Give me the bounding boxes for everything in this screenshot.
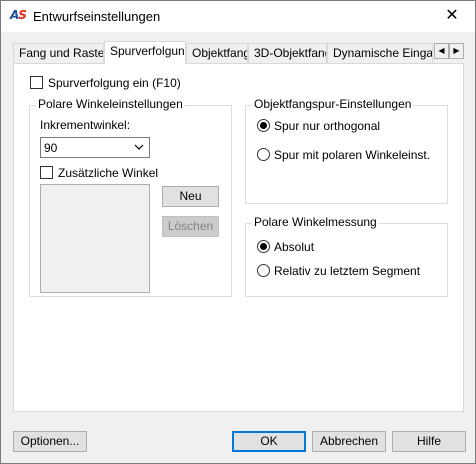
orthogonal-only-label: Spur nur orthogonal [274,119,381,133]
tab-scroll-left-button[interactable]: ◀ [434,43,449,59]
additional-angles-checkbox[interactable] [40,166,53,179]
polar-tracking-label: Spur mit polaren Winkeleinst. [274,148,431,162]
title-bar[interactable]: AS Entwurfseinstellungen ✕ [1,1,475,32]
tab-objektfang[interactable]: Objektfang [186,43,248,63]
orthogonal-only-radio[interactable] [257,119,270,132]
delete-angle-button[interactable]: Löschen [162,216,219,237]
absolute-radio[interactable] [257,240,270,253]
increment-angle-select[interactable]: 90 [40,137,150,158]
relative-segment-radio[interactable] [257,264,270,277]
polar-measure-title: Polare Winkelmessung [252,215,379,229]
tracking-enable-checkbox[interactable] [30,76,43,89]
additional-angles-label: Zusätzliche Winkel [58,166,159,180]
cancel-button[interactable]: Abbrechen [312,431,386,452]
close-icon: ✕ [445,7,459,24]
arrow-left-icon: ◀ [438,46,445,55]
ok-button[interactable]: OK [232,431,306,452]
osnap-tracking-title: Objektfangspur-Einstellungen [252,97,414,111]
app-logo-icon: AS [10,8,27,22]
help-button[interactable]: Hilfe [392,431,466,452]
close-button[interactable]: ✕ [435,4,469,28]
additional-angles-list[interactable] [40,184,150,293]
polar-measure-group [245,223,448,297]
tab-spurverfolgung[interactable]: Spurverfolgung [104,41,186,64]
tracking-enable-label: Spurverfolgung ein (F10) [48,76,181,90]
increment-angle-value: 90 [44,141,58,155]
chevron-down-icon [134,144,144,150]
polar-tracking-radio[interactable] [257,148,270,161]
increment-angle-label: Inkrementwinkel: [40,118,131,132]
polar-settings-title: Polare Winkeleinstellungen [36,97,185,111]
tab-scroll-right-button[interactable]: ▶ [449,43,464,59]
new-angle-button[interactable]: Neu [162,186,219,207]
dialog-window: AS Entwurfseinstellungen ✕ Fang und Rast… [0,0,476,464]
absolute-label: Absolut [274,240,315,254]
tab-3d-objektfang[interactable]: 3D-Objektfang [248,43,327,63]
window-title: Entwurfseinstellungen [33,9,161,24]
options-button[interactable]: Optionen... [13,431,87,452]
relative-segment-label: Relativ zu letztem Segment [274,264,421,278]
arrow-right-icon: ▶ [453,46,460,55]
tab-dynamische-eingabe[interactable]: Dynamische Eingabe [327,43,433,63]
tab-fang-und-raster[interactable]: Fang und Raster [13,43,104,63]
